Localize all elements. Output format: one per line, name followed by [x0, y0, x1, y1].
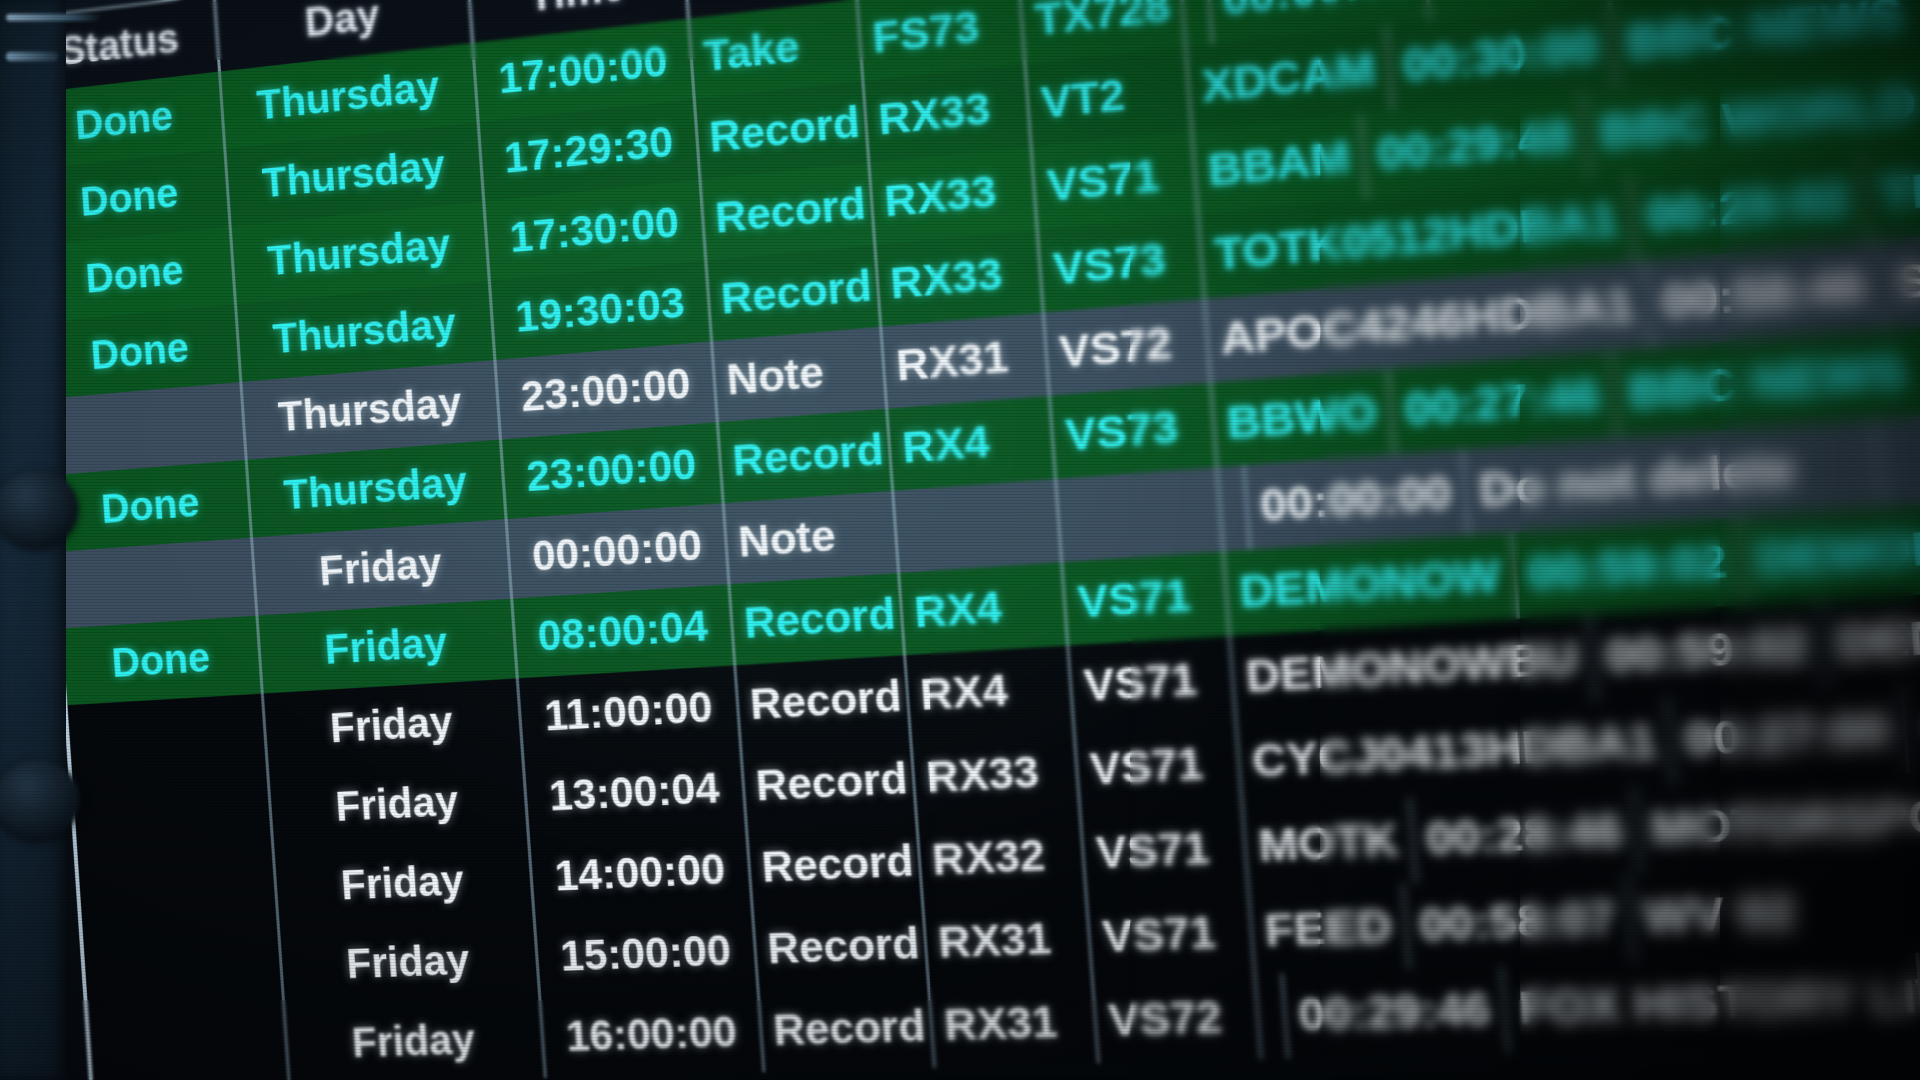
cell-duration[interactable]: 00:58:07 [1404, 874, 1635, 970]
cell-dest[interactable]: VS71 [1087, 889, 1257, 980]
cell-title[interactable]: WV 02 [1628, 857, 1920, 962]
cell-dest[interactable]: VS71 [1063, 551, 1232, 646]
cell-time[interactable]: 11:00:00 [518, 665, 743, 759]
cell-type[interactable]: Note [724, 490, 901, 585]
cell-day[interactable]: Friday [279, 917, 542, 1007]
cell-status[interactable] [67, 693, 270, 782]
cell-status[interactable]: Done [51, 459, 254, 552]
cell-clip_id[interactable]: MOTK [1243, 797, 1418, 890]
cell-duration[interactable]: 00:00:00 [1245, 449, 1471, 550]
schedule-table[interactable]: StatusDayTimeTypeSourceDestClip IDDurati… [17, 0, 1920, 1080]
cell-source[interactable]: RX4 [900, 562, 1070, 656]
cell-type[interactable]: Note [713, 326, 889, 423]
cell-title[interactable]: FOX HISTORY LIVE [1503, 952, 1920, 1053]
cell-type[interactable]: Record [730, 572, 907, 666]
cell-duration[interactable]: 00:59:02 [1590, 600, 1828, 702]
cell-source[interactable]: RX33 [870, 146, 1039, 245]
cell-dest[interactable]: VT2 [1026, 46, 1194, 147]
cell-dest[interactable]: VS71 [1075, 720, 1244, 813]
cell-source[interactable]: RX4 [888, 395, 1058, 491]
cell-dest[interactable]: VS73 [1038, 214, 1207, 313]
cell-dest[interactable]: VS71 [1069, 635, 1238, 729]
cell-type[interactable]: Record [719, 408, 895, 504]
cell-time[interactable]: 16:00:00 [541, 990, 766, 1078]
cell-clip_id[interactable]: FEED [1250, 883, 1411, 975]
cell-type[interactable]: Record [701, 162, 877, 261]
cell-clip_id[interactable]: BBWO [1212, 368, 1396, 468]
cell-type[interactable]: Record [759, 985, 937, 1073]
cell-time[interactable]: 00:00:00 [507, 503, 731, 599]
cell-day[interactable]: Friday [258, 598, 519, 694]
cell-duration[interactable]: 00:29:46 [1283, 966, 1510, 1059]
cell-day[interactable]: Friday [285, 997, 547, 1080]
table-body[interactable]: DoneThursday17:00:00TakeFS73TX72800:00:0… [26, 0, 1920, 1080]
cell-source[interactable]: RX33 [912, 728, 1082, 820]
cell-status[interactable] [77, 849, 280, 936]
cell-status[interactable] [57, 537, 259, 629]
perspective-wrapper: rtOpenCloseCutCopyPasteInsert StatusDayT… [0, 0, 1920, 1080]
playout-application-window: rtOpenCloseCutCopyPasteInsert StatusDayT… [4, 0, 1920, 1080]
cell-type[interactable]: Record [736, 655, 913, 747]
cell-time[interactable]: 14:00:00 [530, 827, 754, 918]
bezel-highlight-strip-2 [6, 52, 58, 61]
cell-status[interactable]: Done [62, 615, 264, 706]
cell-source[interactable]: RX31 [930, 979, 1101, 1068]
cell-day[interactable]: Friday [263, 678, 525, 772]
cell-time[interactable]: 08:00:04 [513, 584, 737, 679]
cell-source[interactable]: RX31 [882, 312, 1052, 409]
cell-duration[interactable]: 00:27:00 [1669, 685, 1910, 785]
cell-type[interactable]: Record [707, 244, 883, 342]
bezel-highlight-strip [6, 14, 102, 21]
cell-duration[interactable]: 00:27:46 [1389, 350, 1620, 455]
cell-time[interactable]: 23:00:00 [502, 422, 725, 519]
cell-source[interactable] [894, 478, 1064, 573]
monitor-screen: rtOpenCloseCutCopyPasteInsert StatusDayT… [0, 0, 1920, 1080]
cell-day[interactable]: Friday [274, 837, 536, 928]
cell-duration[interactable]: 00:28:46 [1411, 786, 1643, 883]
cell-type[interactable]: Record [748, 819, 925, 910]
cell-dest[interactable]: VS71 [1032, 130, 1200, 230]
cell-dest[interactable]: VS72 [1094, 974, 1263, 1064]
cell-type[interactable]: Record [753, 902, 931, 991]
cell-status[interactable] [83, 927, 286, 1013]
cell-duration[interactable]: 00:59:02 [1512, 517, 1748, 619]
cell-dest[interactable]: VS71 [1081, 804, 1251, 896]
cell-source[interactable]: RX31 [924, 895, 1095, 986]
cell-source[interactable]: RX32 [918, 812, 1088, 903]
cell-source[interactable]: RX33 [876, 229, 1045, 327]
cell-source[interactable]: RX4 [906, 645, 1076, 738]
console-bezel [0, 0, 102, 1080]
cell-dest[interactable]: VS72 [1044, 298, 1213, 396]
cell-status[interactable] [72, 771, 275, 859]
cell-clip_id[interactable]: BBAM [1193, 113, 1369, 215]
cell-status[interactable] [88, 1006, 291, 1080]
cell-clip_id[interactable] [1181, 0, 1215, 47]
cell-time[interactable]: 15:00:00 [535, 909, 760, 998]
cell-day[interactable]: Friday [269, 758, 531, 850]
cell-dest[interactable] [1057, 467, 1225, 563]
cell-dest[interactable]: VS73 [1051, 382, 1219, 479]
cell-type[interactable]: Record [742, 737, 919, 828]
cell-source[interactable]: RX33 [864, 63, 1033, 163]
cell-time[interactable]: 13:00:04 [524, 746, 749, 838]
